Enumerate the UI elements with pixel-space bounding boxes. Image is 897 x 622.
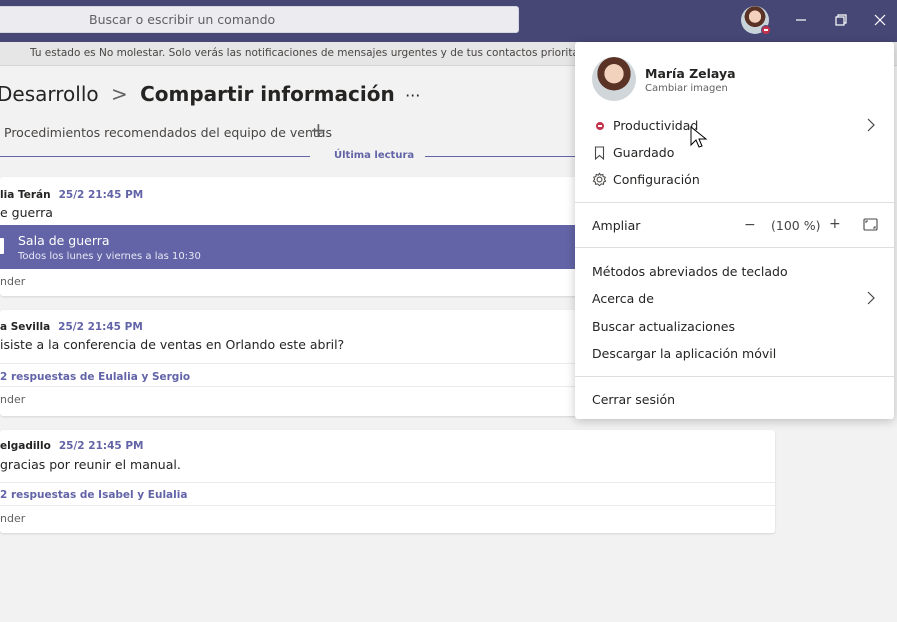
- last-read-divider-left: [0, 156, 310, 157]
- divider: [0, 482, 775, 483]
- post-meta: a Sevilla 25/2 21:45 PM: [0, 321, 143, 333]
- change-image-link[interactable]: Cambiar imagen: [645, 83, 728, 94]
- post-card-3: elgadillo 25/2 21:45 PM gracias por reuni…: [0, 430, 775, 533]
- menu-item-check-updates[interactable]: Buscar actualizaciones: [592, 319, 735, 334]
- zoom-out-button[interactable]: −: [744, 217, 756, 233]
- post-text: isiste a la conferencia de ventas en Orl…: [0, 337, 345, 352]
- reply-link[interactable]: nder: [0, 275, 25, 288]
- replies-link[interactable]: 2 respuestas de Isabel y Eulalia: [0, 489, 187, 501]
- profile-avatar-button[interactable]: [741, 6, 771, 35]
- post-meta: elgadillo 25/2 21:45 PM: [0, 440, 144, 452]
- bookmark-icon: [594, 146, 605, 160]
- minimize-icon[interactable]: [789, 8, 813, 32]
- post-time: 25/2 21:45 PM: [58, 440, 144, 452]
- settings-label: Configuración: [613, 172, 700, 187]
- search-box[interactable]: Buscar o escribir un comando: [0, 6, 519, 33]
- post-author: elgadillo: [0, 440, 51, 452]
- menu-item-saved[interactable]: Guardado: [592, 145, 792, 165]
- dnd-notice-text: Tu estado es No molestar. Solo verás las…: [30, 47, 602, 59]
- menu-item-about[interactable]: Acerca de: [592, 291, 654, 306]
- menu-divider: [575, 376, 894, 377]
- about-chevron-right-icon: [867, 291, 875, 305]
- meeting-title: Sala de guerra: [18, 233, 110, 248]
- tab-procedures[interactable]: Procedimientos recomendados del equipo d…: [4, 125, 332, 140]
- breadcrumb-parent[interactable]: Desarrollo: [0, 82, 99, 106]
- zoom-in-button[interactable]: +: [829, 216, 841, 232]
- user-name: María Zelaya: [645, 66, 736, 81]
- post-text: e guerra: [0, 205, 53, 220]
- post-time: 25/2 21:45 PM: [58, 189, 144, 201]
- fullscreen-icon[interactable]: [863, 218, 878, 231]
- post-author: lia Terán: [0, 189, 51, 201]
- last-read-label: Última lectura: [334, 150, 415, 161]
- restore-icon[interactable]: [829, 8, 853, 32]
- do-not-disturb-icon: [595, 121, 605, 131]
- menu-avatar[interactable]: [592, 57, 636, 101]
- menu-item-status[interactable]: Productividad: [592, 118, 882, 138]
- menu-divider: [575, 202, 894, 203]
- menu-divider: [575, 247, 894, 248]
- zoom-label: Ampliar: [592, 218, 641, 233]
- menu-item-settings[interactable]: Configuración: [592, 172, 792, 192]
- more-options-icon[interactable]: ···: [405, 86, 420, 105]
- post-text: gracias por reunir el manual.: [0, 457, 181, 472]
- status-label: Productividad: [613, 118, 699, 133]
- post-meta: lia Terán 25/2 21:45 PM: [0, 189, 143, 201]
- close-icon[interactable]: [868, 8, 892, 32]
- breadcrumb-chevron-icon: >: [110, 82, 128, 106]
- saved-label: Guardado: [613, 145, 675, 160]
- breadcrumb: Desarrollo > Compartir información ···: [0, 82, 420, 106]
- reply-link[interactable]: nder: [0, 512, 25, 525]
- search-placeholder: Buscar o escribir un comando: [89, 12, 276, 27]
- post-author: a Sevilla: [0, 321, 51, 333]
- post-time: 25/2 21:45 PM: [58, 321, 143, 333]
- page-title: Compartir información: [140, 82, 395, 106]
- meeting-schedule: Todos los lunes y viernes a las 10:30: [18, 251, 201, 262]
- profile-menu: María Zelaya Cambiar imagen Productivida…: [575, 42, 894, 419]
- add-tab-button[interactable]: +: [310, 118, 327, 142]
- divider: [0, 505, 775, 506]
- meeting-icon: [0, 238, 4, 254]
- replies-link[interactable]: 2 respuestas de Eulalia y Sergio: [0, 371, 190, 383]
- title-bar: Buscar o escribir un comando: [0, 0, 897, 42]
- last-read-divider-right: [425, 156, 575, 157]
- status-chevron-right-icon: [867, 118, 875, 132]
- menu-item-download-mobile[interactable]: Descargar la aplicación móvil: [592, 346, 776, 361]
- menu-item-shortcuts[interactable]: Métodos abreviados de teclado: [592, 264, 788, 279]
- gear-icon: [592, 172, 607, 187]
- reply-link[interactable]: nder: [0, 393, 25, 406]
- do-not-disturb-status-icon: [761, 25, 771, 35]
- zoom-level: (100 %): [771, 218, 821, 233]
- sign-out-button[interactable]: Cerrar sesión: [592, 392, 675, 407]
